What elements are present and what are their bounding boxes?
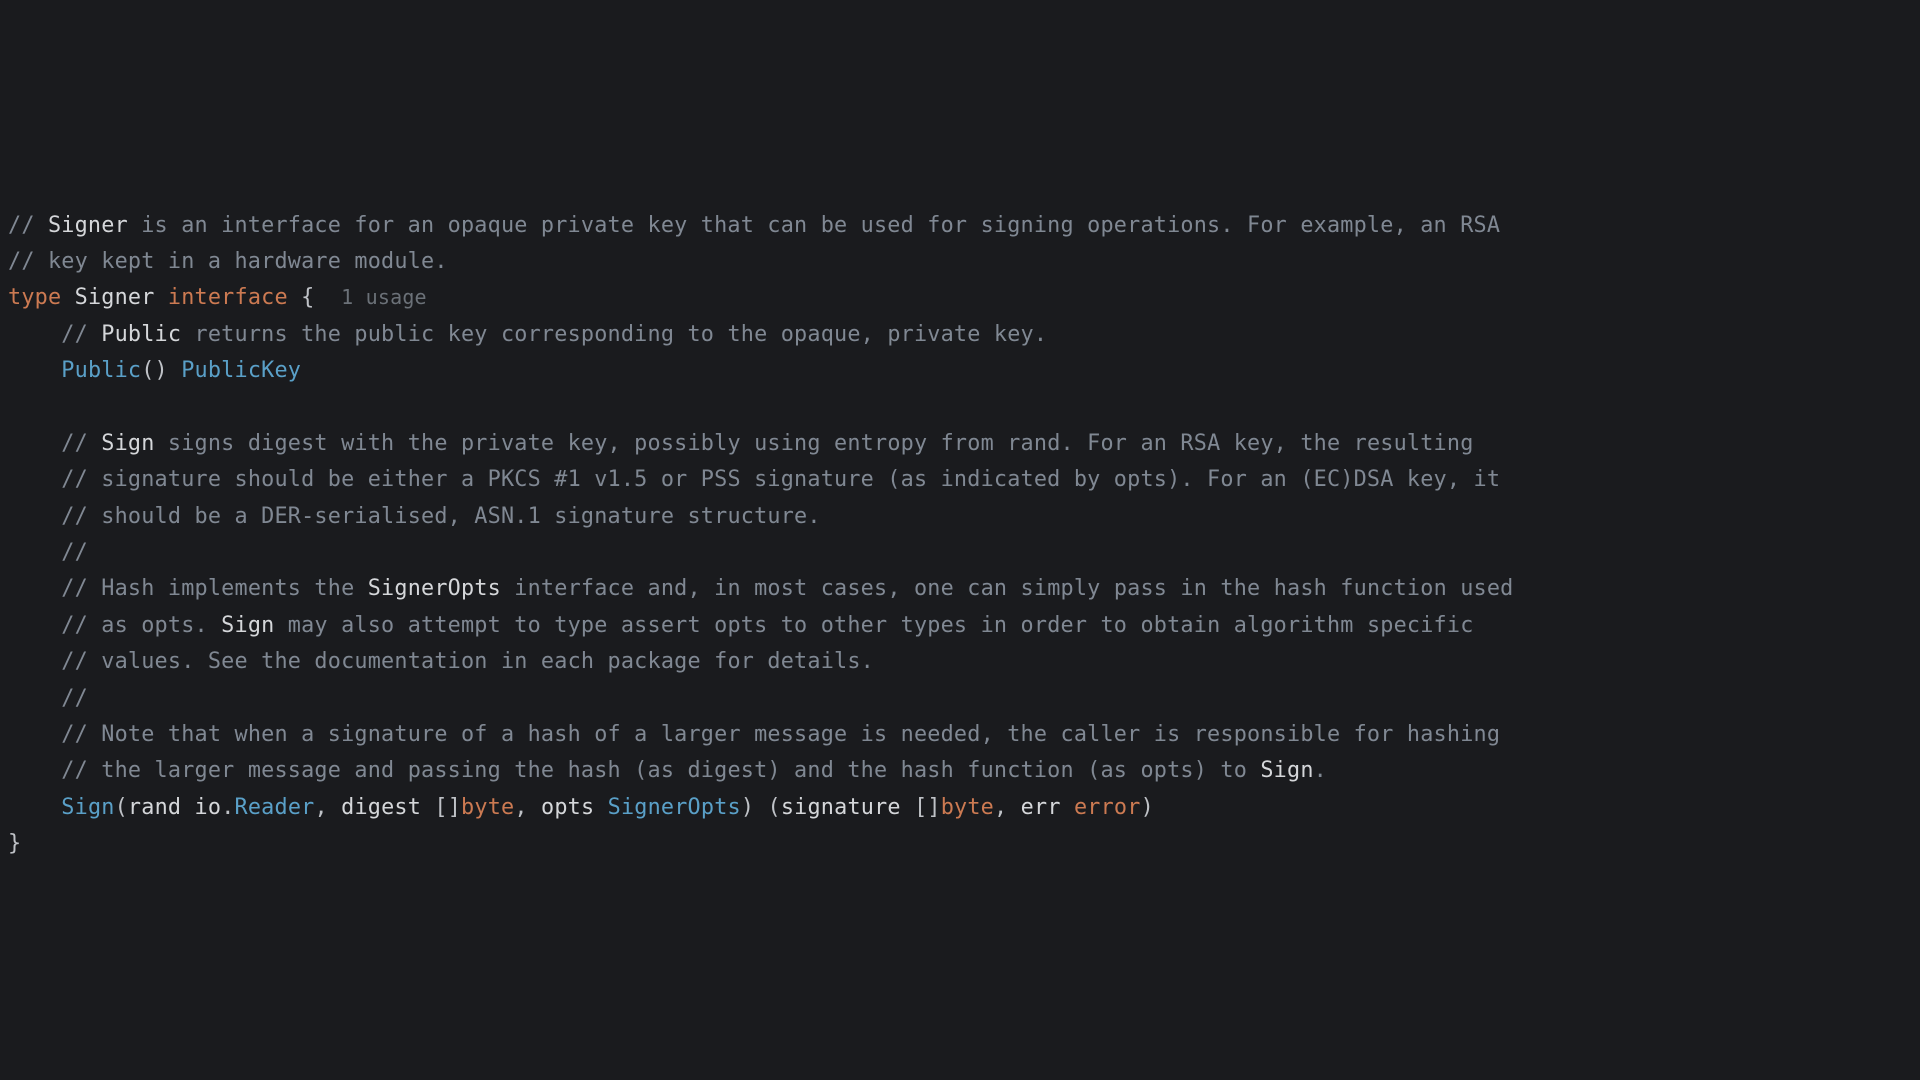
param-name: rand <box>128 795 195 820</box>
paren-close: ) <box>1141 795 1154 820</box>
comment: may also attempt to type assert opts to … <box>274 613 1473 638</box>
paren-open: ( <box>115 795 128 820</box>
comment-ref: Public <box>101 322 181 347</box>
comment: . <box>1314 758 1327 783</box>
indent <box>8 467 61 492</box>
code-line: Public() PublicKey <box>8 353 1920 389</box>
comment: // Hash implements the <box>61 576 367 601</box>
comment-ref: Sign <box>1260 758 1313 783</box>
comment: // <box>61 431 101 456</box>
code-line: // signature should be either a PKCS #1 … <box>8 462 1920 498</box>
space <box>155 285 168 310</box>
comma: , <box>994 795 1021 820</box>
code-line: // should be a DER-serialised, ASN.1 sig… <box>8 499 1920 535</box>
comment-ref: Signer <box>48 213 128 238</box>
method-sign: Sign <box>61 795 114 820</box>
indent <box>8 758 61 783</box>
code-line: // <box>8 681 1920 717</box>
code-editor[interactable]: // Signer is an interface for an opaque … <box>8 208 1920 863</box>
comment: is an interface for an opaque private ke… <box>128 213 1500 238</box>
comment: // signature should be either a PKCS #1 … <box>61 467 1500 492</box>
comment: // Note that when a signature of a hash … <box>61 722 1500 747</box>
keyword-interface: interface <box>168 285 288 310</box>
indent <box>8 322 61 347</box>
indent <box>8 686 61 711</box>
code-line: // Hash implements the SignerOpts interf… <box>8 571 1920 607</box>
pkg-ref: io <box>195 795 222 820</box>
dot: . <box>221 795 234 820</box>
code-line: // Public returns the public key corresp… <box>8 317 1920 353</box>
indent <box>8 358 61 383</box>
code-line: } <box>8 826 1920 862</box>
code-line: // key kept in a hardware module. <box>8 244 1920 280</box>
comment: signs digest with the private key, possi… <box>155 431 1474 456</box>
code-line: Sign(rand io.Reader, digest []byte, opts… <box>8 790 1920 826</box>
type-ref: SignerOpts <box>608 795 741 820</box>
usage-hint[interactable]: 1 usage <box>341 285 427 309</box>
comment-ref: Sign <box>101 431 154 456</box>
comment-ref: SignerOpts <box>368 576 501 601</box>
space <box>314 285 341 310</box>
comment: // <box>61 540 88 565</box>
keyword-error: error <box>1074 795 1141 820</box>
return-name: err <box>1021 795 1074 820</box>
comment: // key kept in a hardware module. <box>8 249 448 274</box>
indent <box>8 540 61 565</box>
param-name: digest <box>341 795 434 820</box>
comma: , <box>314 795 341 820</box>
brackets: [] <box>914 795 941 820</box>
code-line: // Sign signs digest with the private ke… <box>8 426 1920 462</box>
type-ref: PublicKey <box>181 358 301 383</box>
code-line: // Note that when a signature of a hash … <box>8 717 1920 753</box>
comment: // should be a DER-serialised, ASN.1 sig… <box>61 504 820 529</box>
param-name: opts <box>541 795 608 820</box>
comment: // <box>8 213 48 238</box>
comment: // values. See the documentation in each… <box>61 649 874 674</box>
type-ref: Reader <box>235 795 315 820</box>
indent <box>8 795 61 820</box>
code-line: // as opts. Sign may also attempt to typ… <box>8 608 1920 644</box>
method-public: Public <box>61 358 141 383</box>
comment: // the larger message and passing the ha… <box>61 758 1260 783</box>
indent <box>8 613 61 638</box>
blank-line <box>8 390 1920 426</box>
comma: , <box>514 795 541 820</box>
indent <box>8 431 61 456</box>
paren-group: ) ( <box>741 795 781 820</box>
comment: // <box>61 322 101 347</box>
space <box>168 358 181 383</box>
keyword-type: type <box>8 285 61 310</box>
indent <box>8 504 61 529</box>
type-name: Signer <box>75 285 155 310</box>
brace-close: } <box>8 831 21 856</box>
code-line: // values. See the documentation in each… <box>8 644 1920 680</box>
return-name: signature <box>781 795 914 820</box>
keyword-byte: byte <box>461 795 514 820</box>
space <box>61 285 74 310</box>
indent <box>8 576 61 601</box>
brace-open: { <box>288 285 315 310</box>
code-line: // the larger message and passing the ha… <box>8 753 1920 789</box>
comment: // as opts. <box>61 613 221 638</box>
comment: returns the public key corresponding to … <box>181 322 1047 347</box>
comment-ref: Sign <box>221 613 274 638</box>
code-line: // Signer is an interface for an opaque … <box>8 208 1920 244</box>
comment: // <box>61 686 88 711</box>
keyword-byte: byte <box>941 795 994 820</box>
comment: interface and, in most cases, one can si… <box>501 576 1514 601</box>
brackets: [] <box>434 795 461 820</box>
code-line: type Signer interface { 1 usage <box>8 280 1920 316</box>
indent <box>8 722 61 747</box>
parens: () <box>141 358 168 383</box>
code-line: // <box>8 535 1920 571</box>
indent <box>8 649 61 674</box>
